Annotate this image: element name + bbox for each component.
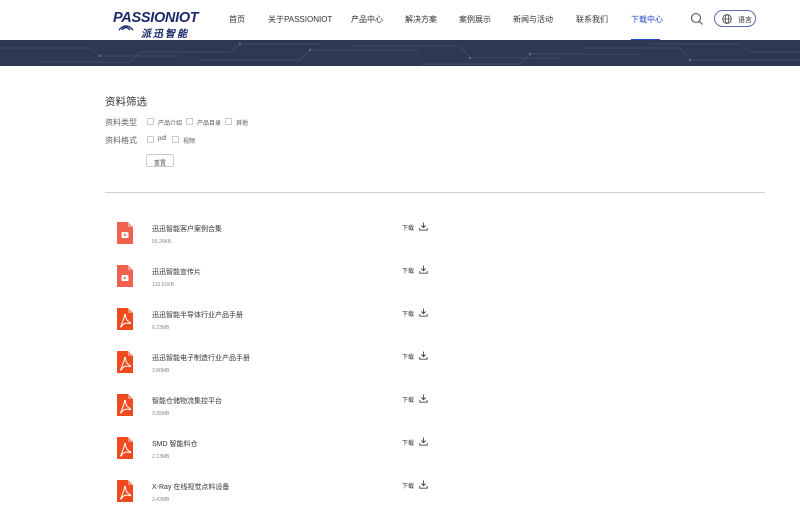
filter-title: 资料筛选 xyxy=(105,96,147,108)
pdf-file-icon xyxy=(116,479,134,503)
reset-button[interactable]: 重置 xyxy=(146,154,174,167)
download-icon xyxy=(419,351,428,360)
download-button-label: 下载 xyxy=(402,484,415,490)
checkbox-label: 产品介绍 xyxy=(158,121,183,127)
nav-item-news[interactable]: 新闻与活动 xyxy=(513,14,553,25)
download-icon xyxy=(419,437,428,446)
logo-text-cn: 派迅智能 xyxy=(141,29,189,40)
download-icon xyxy=(419,394,428,403)
pdf-file-icon xyxy=(116,350,134,374)
download-button-label: 下载 xyxy=(402,441,415,447)
checkbox[interactable] xyxy=(147,118,154,125)
download-item-name[interactable]: 智能仓储物流集控平台 xyxy=(152,396,222,406)
video-file-icon xyxy=(116,264,134,288)
language-label: 语言 xyxy=(738,17,752,24)
download-button-label: 下载 xyxy=(402,226,415,232)
download-item-name[interactable]: 迅迅智能宣传片 xyxy=(152,267,201,277)
section-divider xyxy=(105,192,765,193)
checkbox-label: 产品目录 xyxy=(197,121,222,127)
nav-item-home[interactable]: 首页 xyxy=(229,14,245,25)
download-icon xyxy=(419,222,428,231)
video-file-icon xyxy=(116,221,134,245)
download-icon xyxy=(419,480,428,489)
search-icon xyxy=(690,12,703,25)
download-button-label: 下载 xyxy=(402,398,415,404)
circuit-pattern xyxy=(0,40,800,66)
checkbox[interactable] xyxy=(172,136,179,143)
download-icon xyxy=(419,265,428,274)
site-header: PASSIONIOT 派迅智能 首页 关于PASSIONIOT 产品中心 解决方… xyxy=(0,0,800,41)
download-button-label: 下载 xyxy=(402,355,415,361)
filter-format-label: 资料格式 xyxy=(105,136,137,145)
download-item: SMD 智能料仓 2.13MB 下载 xyxy=(0,436,800,482)
download-item: 迅迅智能宣传片 133.51KB 下载 xyxy=(0,264,800,310)
download-item: 智能仓储物流集控平台 3.35MB 下载 xyxy=(0,393,800,439)
search-button[interactable] xyxy=(690,12,704,26)
checkbox-label: 其他 xyxy=(236,121,249,127)
download-item-name[interactable]: 迅迅智能客户案例合集 xyxy=(152,224,222,234)
download-item: 迅迅智能半导体行业产品手册 6.23MB 下载 xyxy=(0,307,800,353)
download-item-size: 3.80MB xyxy=(152,368,170,374)
download-item-size: 6.23MB xyxy=(152,325,170,331)
reset-button-label: 重置 xyxy=(153,161,166,167)
download-item-name[interactable]: X-Ray 在线视觉点料设备 xyxy=(152,482,229,492)
checkbox-label: 视频 xyxy=(183,139,196,145)
nav-item-products[interactable]: 产品中心 xyxy=(351,14,383,25)
nav-item-cases[interactable]: 案例展示 xyxy=(459,14,491,25)
nav-item-downloads[interactable]: 下载中心 xyxy=(631,14,663,25)
pdf-file-icon xyxy=(116,393,134,417)
download-item: X-Ray 在线视觉点料设备 3.43MB 下载 xyxy=(0,479,800,519)
globe-icon xyxy=(722,14,732,24)
download-item-size: 2.13MB xyxy=(152,454,170,460)
checkbox[interactable] xyxy=(186,118,193,125)
checkbox[interactable] xyxy=(225,118,232,125)
download-button-label: 下载 xyxy=(402,269,415,275)
nav-item-about[interactable]: 关于PASSIONIOT xyxy=(268,14,332,25)
download-item-name[interactable]: 迅迅智能电子制造行业产品手册 xyxy=(152,353,250,363)
download-item-size: 3.43MB xyxy=(152,497,170,503)
pdf-file-icon xyxy=(116,436,134,460)
pdf-file-icon xyxy=(116,307,134,331)
signal-icon xyxy=(118,25,134,31)
nav-item-contact[interactable]: 联系我们 xyxy=(576,14,608,25)
download-item-name[interactable]: 迅迅智能半导体行业产品手册 xyxy=(152,310,243,320)
download-item-name[interactable]: SMD 智能料仓 xyxy=(152,439,198,449)
download-item: 迅迅智能客户案例合集 55.26KB 下载 xyxy=(0,221,800,267)
download-item: 迅迅智能电子制造行业产品手册 3.80MB 下载 xyxy=(0,350,800,396)
download-item-size: 55.26KB xyxy=(152,239,172,245)
filter-type-label: 资料类型 xyxy=(105,118,137,127)
checkbox-label: pdf xyxy=(158,136,167,142)
language-button[interactable]: 语言 xyxy=(714,10,756,27)
download-button-label: 下载 xyxy=(402,312,415,318)
site-logo[interactable]: PASSIONIOT 派迅智能 xyxy=(113,8,201,40)
page-banner xyxy=(0,40,800,66)
download-item-size: 133.51KB xyxy=(152,282,174,288)
checkbox[interactable] xyxy=(147,136,154,143)
nav-item-solutions[interactable]: 解决方案 xyxy=(405,14,437,25)
download-item-size: 3.35MB xyxy=(152,411,170,417)
download-icon xyxy=(419,308,428,317)
